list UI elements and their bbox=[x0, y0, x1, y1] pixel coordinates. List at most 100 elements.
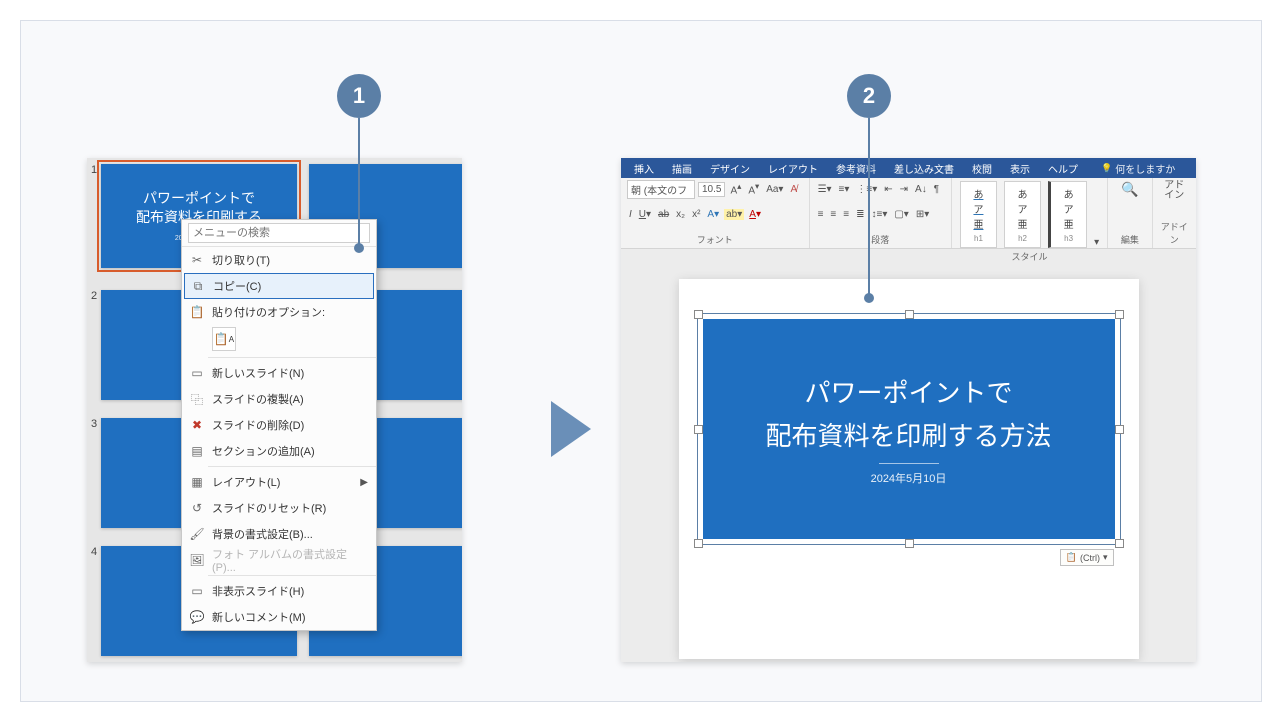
sort-button[interactable]: A↓ bbox=[913, 184, 929, 195]
menu-item-new-slide[interactable]: ▭ 新しいスライド(N) bbox=[182, 360, 376, 386]
ribbon-group-styles: あア亜 h1 あア亜 h2 あア亜 h3 ▾ スタイル bbox=[952, 178, 1108, 248]
style-h3[interactable]: あア亜 h3 bbox=[1048, 181, 1087, 248]
align-left-button[interactable]: ≡ bbox=[816, 209, 826, 220]
strikethrough-button[interactable]: ab bbox=[656, 209, 671, 220]
superscript-button[interactable]: x² bbox=[690, 209, 702, 220]
resize-handle[interactable] bbox=[694, 539, 703, 548]
menu-item-hide-slide[interactable]: ▭ 非表示スライド(H) bbox=[182, 578, 376, 604]
paste-options-row: 📋A bbox=[182, 325, 376, 355]
ribbon-group-addin: アド イン アドイン bbox=[1153, 178, 1196, 248]
tab-draw[interactable]: 描画 bbox=[663, 158, 701, 178]
group-label: 段落 bbox=[816, 231, 945, 246]
tab-mailings[interactable]: 差し込み文書 bbox=[885, 158, 963, 178]
tab-insert[interactable]: 挿入 bbox=[625, 158, 663, 178]
tab-references[interactable]: 参考資料 bbox=[827, 158, 885, 178]
menu-item-layout[interactable]: ▦ レイアウト(L) ▶ bbox=[182, 469, 376, 495]
context-menu: ✂ 切り取り(T) ⧉ コピー(C) 📋 貼り付けのオプション: 📋A ▭ 新し… bbox=[181, 219, 377, 631]
underline-button[interactable]: U▾ bbox=[637, 209, 653, 220]
paste-smart-tag[interactable]: 📋 (Ctrl) ▾ bbox=[1060, 549, 1114, 566]
dropdown-arrow-icon: ▾ bbox=[1103, 552, 1108, 563]
style-h2[interactable]: あア亜 h2 bbox=[1004, 181, 1041, 248]
resize-handle[interactable] bbox=[1115, 310, 1124, 319]
menu-label: レイアウト(L) bbox=[212, 474, 360, 490]
resize-handle[interactable] bbox=[694, 310, 703, 319]
menu-label: 背景の書式設定(B)... bbox=[212, 526, 368, 542]
font-size-selector[interactable]: 10.5 bbox=[698, 182, 725, 197]
duplicate-icon: ⿻ bbox=[188, 391, 206, 407]
style-sample: あア亜 bbox=[1015, 186, 1030, 231]
clear-format-button[interactable]: A̸ bbox=[788, 184, 799, 195]
resize-handle[interactable] bbox=[1115, 425, 1124, 434]
resize-handle[interactable] bbox=[905, 310, 914, 319]
show-marks-button[interactable]: ¶ bbox=[932, 184, 941, 195]
tab-design[interactable]: デザイン bbox=[701, 158, 759, 178]
font-name-selector[interactable]: 朝 (本文のフ bbox=[627, 180, 695, 199]
resize-handle[interactable] bbox=[905, 539, 914, 548]
addin-button[interactable]: アド イン bbox=[1162, 181, 1186, 201]
paste-option-keep-source[interactable]: 📋A bbox=[212, 327, 236, 351]
text-effects-button[interactable]: A▾ bbox=[705, 209, 721, 220]
slide-title-line1: パワーポイントで bbox=[143, 189, 255, 209]
menu-label: セクションの追加(A) bbox=[212, 443, 368, 459]
menu-item-copy[interactable]: ⧉ コピー(C) bbox=[184, 273, 374, 299]
numbering-button[interactable]: ≡▾ bbox=[837, 184, 852, 195]
submenu-arrow-icon: ▶ bbox=[360, 477, 368, 488]
thumb-index: 1 bbox=[91, 164, 97, 176]
tell-me-input[interactable]: 何をしますか bbox=[1087, 158, 1184, 178]
paste-icon: 📋 bbox=[188, 304, 206, 320]
find-button[interactable]: 🔍 bbox=[1119, 181, 1140, 198]
slide-title-line2: 配布資料を印刷する方法 bbox=[765, 416, 1051, 453]
menu-item-reset-slide[interactable]: ↺ スライドのリセット(R) bbox=[182, 495, 376, 521]
slide-date: 2024年5月10日 bbox=[871, 470, 947, 486]
change-case-button[interactable]: Aa▾ bbox=[764, 184, 785, 195]
background-icon: 🖌 bbox=[188, 526, 206, 542]
new-slide-icon: ▭ bbox=[188, 365, 206, 381]
menu-search-input[interactable] bbox=[188, 223, 370, 243]
bullets-button[interactable]: ☰▾ bbox=[816, 184, 834, 195]
font-color-button[interactable]: A▾ bbox=[747, 209, 763, 220]
step-number: 1 bbox=[353, 83, 365, 109]
shading-button[interactable]: ▢▾ bbox=[892, 209, 910, 220]
resize-handle[interactable] bbox=[1115, 539, 1124, 548]
tab-review[interactable]: 校閲 bbox=[963, 158, 1001, 178]
shrink-font-button[interactable]: A▾ bbox=[746, 181, 761, 196]
ribbon-tabs: 挿入 描画 デザイン レイアウト 参考資料 差し込み文書 校閲 表示 ヘルプ 何… bbox=[621, 158, 1196, 178]
menu-item-cut[interactable]: ✂ 切り取り(T) bbox=[182, 247, 376, 273]
style-name: h3 bbox=[1061, 234, 1076, 243]
comment-icon: 💬 bbox=[188, 609, 206, 625]
menu-item-format-background[interactable]: 🖌 背景の書式設定(B)... bbox=[182, 521, 376, 547]
inserted-slide-object[interactable]: パワーポイントで 配布資料を印刷する方法 2024年5月10日 📋 (Ctrl)… bbox=[697, 313, 1121, 545]
highlight-button[interactable]: ab▾ bbox=[724, 209, 744, 220]
smart-tag-label: (Ctrl) bbox=[1080, 553, 1100, 563]
menu-item-new-comment[interactable]: 💬 新しいコメント(M) bbox=[182, 604, 376, 630]
align-right-button[interactable]: ≡ bbox=[841, 209, 851, 220]
tab-help[interactable]: ヘルプ bbox=[1039, 158, 1087, 178]
thumb-index: 3 bbox=[91, 418, 97, 430]
ribbon-group-paragraph: ☰▾ ≡▾ ⋮≡▾ ⇤ ⇥ A↓ ¶ ≡ ≡ ≡ ≣ ↕≡▾ ▢▾ ⊞▾ bbox=[810, 178, 952, 248]
multilevel-button[interactable]: ⋮≡▾ bbox=[854, 184, 879, 195]
tab-view[interactable]: 表示 bbox=[1001, 158, 1039, 178]
italic-button[interactable]: I bbox=[627, 209, 634, 220]
styles-gallery-expand[interactable]: ▾ bbox=[1092, 237, 1101, 248]
align-center-button[interactable]: ≡ bbox=[828, 209, 838, 220]
style-h1[interactable]: あア亜 h1 bbox=[960, 181, 997, 248]
justify-button[interactable]: ≣ bbox=[854, 209, 866, 220]
decrease-indent-button[interactable]: ⇤ bbox=[882, 184, 894, 195]
resize-handle[interactable] bbox=[694, 425, 703, 434]
grow-font-button[interactable]: A▴ bbox=[728, 181, 743, 196]
document-page[interactable]: パワーポイントで 配布資料を印刷する方法 2024年5月10日 📋 (Ctrl)… bbox=[679, 279, 1139, 659]
menu-item-add-section[interactable]: ▤ セクションの追加(A) bbox=[182, 438, 376, 464]
connector-2 bbox=[868, 118, 870, 298]
word-panel: 挿入 描画 デザイン レイアウト 参考資料 差し込み文書 校閲 表示 ヘルプ 何… bbox=[621, 158, 1196, 662]
borders-button[interactable]: ⊞▾ bbox=[914, 209, 931, 220]
menu-item-duplicate-slide[interactable]: ⿻ スライドの複製(A) bbox=[182, 386, 376, 412]
tab-layout[interactable]: レイアウト bbox=[759, 158, 827, 178]
document-area: パワーポイントで 配布資料を印刷する方法 2024年5月10日 📋 (Ctrl)… bbox=[621, 249, 1196, 662]
subscript-button[interactable]: x₂ bbox=[674, 209, 687, 220]
reset-icon: ↺ bbox=[188, 500, 206, 516]
menu-label: 非表示スライド(H) bbox=[212, 583, 368, 599]
line-spacing-button[interactable]: ↕≡▾ bbox=[869, 209, 889, 220]
increase-indent-button[interactable]: ⇥ bbox=[898, 184, 910, 195]
menu-item-delete-slide[interactable]: ✖ スライドの削除(D) bbox=[182, 412, 376, 438]
group-label: 編集 bbox=[1114, 231, 1145, 246]
